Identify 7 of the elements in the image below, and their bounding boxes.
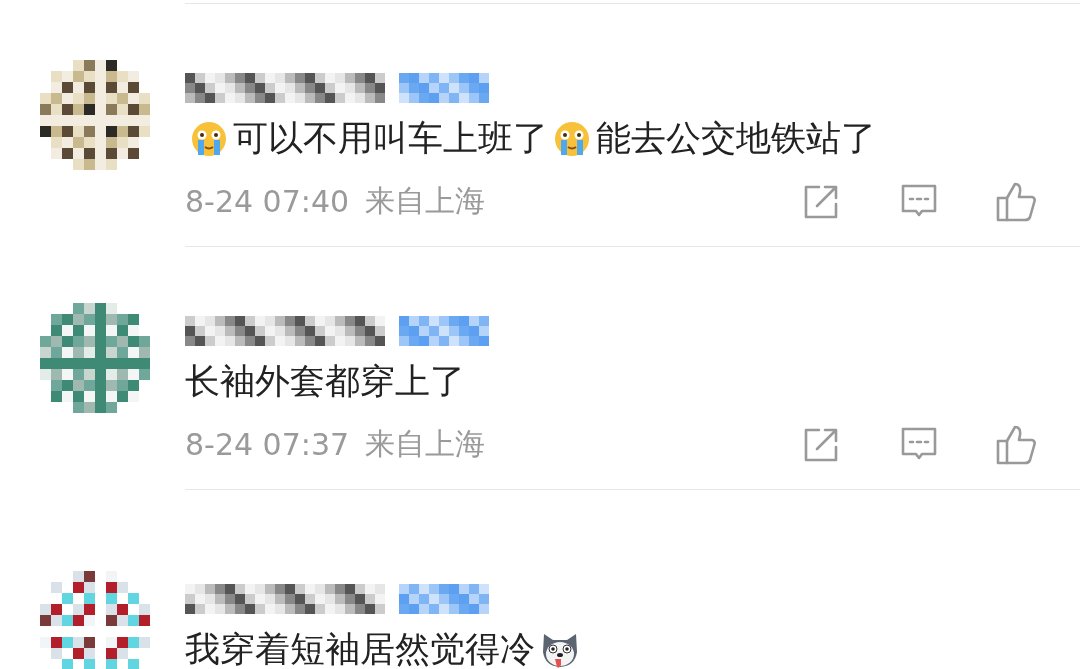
comment-text: 长袖外套都穿上了 [185,360,466,403]
comment-text: 可以不用叫车上班了 能去公交地铁站了 [185,113,1080,164]
comment-time: 8-24 07:40 [185,184,350,219]
comment-location: 来自上海 [365,182,486,220]
comment-location: 来自上海 [365,425,486,463]
comment-text: 我穿着短袖居然觉得冷 [185,624,1080,669]
comment-time: 8-24 07:37 [185,427,350,462]
